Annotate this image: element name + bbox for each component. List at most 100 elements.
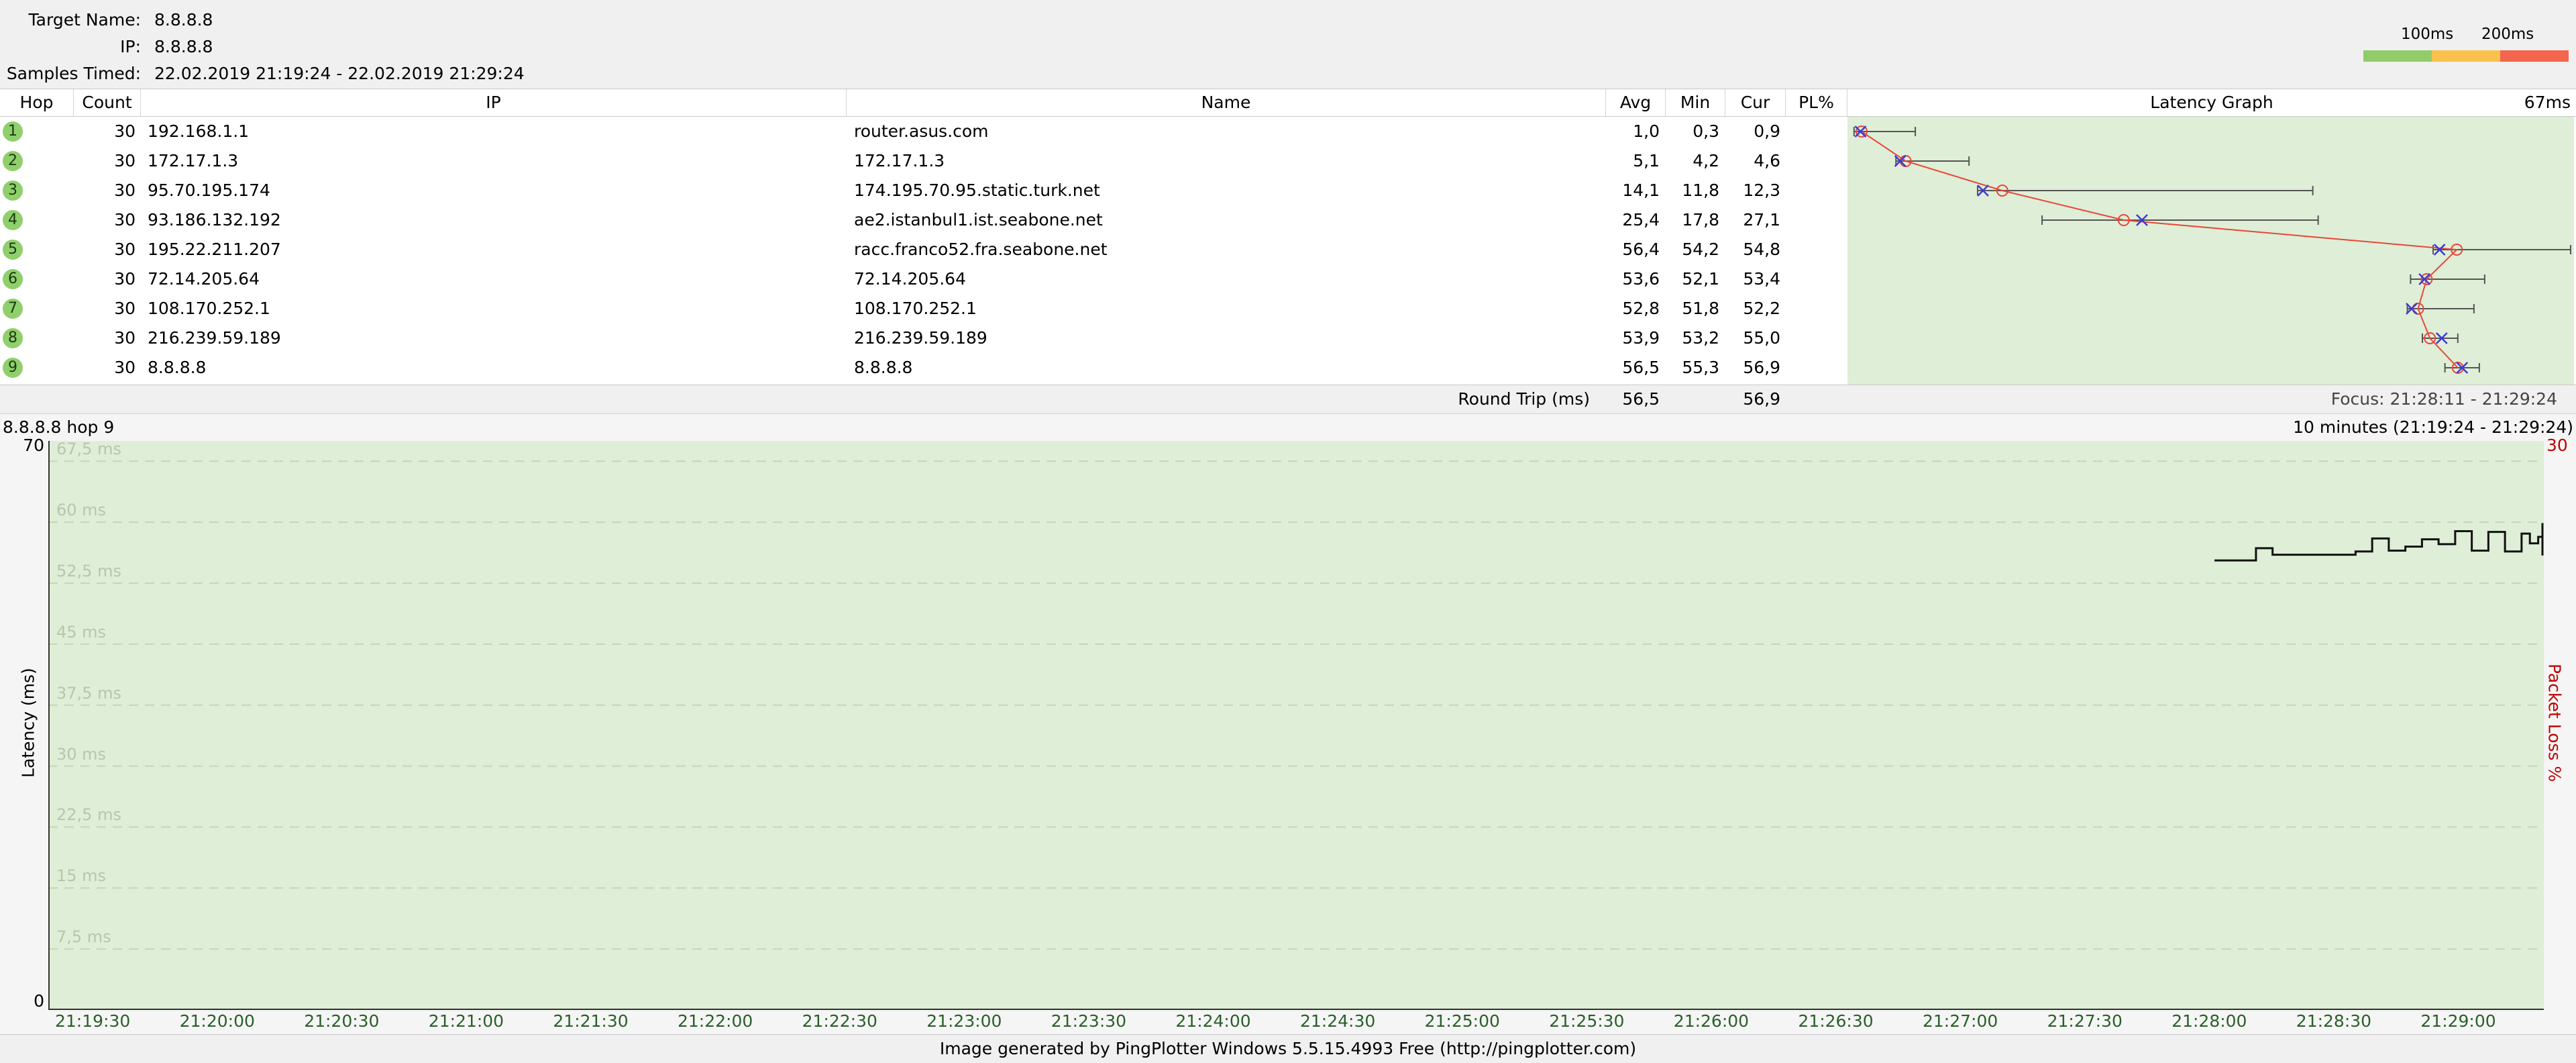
hop-ip: 95.70.195.174 bbox=[148, 181, 270, 200]
col-header-avg[interactable]: Avg bbox=[1606, 89, 1666, 116]
y-axis-max: 70 bbox=[23, 436, 44, 455]
hop-table: Hop Count IP Name Avg Min Cur PL% Latenc… bbox=[0, 89, 2576, 385]
target-name-value: 8.8.8.8 bbox=[154, 10, 213, 30]
hop-avg: 1,0 bbox=[1633, 121, 1660, 141]
latency-graph-scale: 67ms bbox=[2524, 93, 2571, 112]
table-row[interactable]: 6 30 72.14.205.64 72.14.205.64 53,6 52,1 53,4 bbox=[0, 264, 1847, 294]
gridline-label: 67,5 ms bbox=[56, 440, 121, 459]
samples-timed-row: Samples Timed: 22.02.2019 21:19:24 - 22.… bbox=[0, 60, 2576, 87]
x-axis-tick-label: 21:28:30 bbox=[2296, 1011, 2372, 1031]
hop-number-badge: 7 bbox=[3, 299, 23, 319]
hop-min: 52,1 bbox=[1682, 269, 1719, 289]
legend-red-bar bbox=[2500, 50, 2569, 62]
gridline-label: 7,5 ms bbox=[56, 927, 111, 947]
hop-min: 53,2 bbox=[1682, 328, 1719, 348]
hop-count: 30 bbox=[114, 210, 136, 230]
hop-min: 17,8 bbox=[1682, 210, 1719, 230]
hop-name: 108.170.252.1 bbox=[854, 299, 977, 318]
hop-number-badge: 9 bbox=[3, 358, 23, 378]
x-axis-tick-label: 21:22:30 bbox=[802, 1011, 877, 1031]
hop-number-badge: 1 bbox=[3, 121, 23, 142]
hop-count: 30 bbox=[114, 299, 136, 318]
hop-avg: 53,6 bbox=[1622, 269, 1660, 289]
hop-count: 30 bbox=[114, 328, 136, 348]
table-row[interactable]: 9 30 8.8.8.8 8.8.8.8 56,5 55,3 56,9 bbox=[0, 353, 1847, 383]
x-axis-tick-label: 21:20:30 bbox=[304, 1011, 380, 1031]
hop-cur: 0,9 bbox=[1754, 121, 1780, 141]
hop-avg: 52,8 bbox=[1622, 299, 1660, 318]
table-row[interactable]: 8 30 216.239.59.189 216.239.59.189 53,9 53,2 5… bbox=[0, 323, 1847, 353]
legend-green-bar bbox=[2363, 50, 2432, 62]
time-window-label[interactable]: 10 minutes (21:19:24 - 21:29:24) bbox=[2293, 414, 2573, 441]
target-name-label: Target Name: bbox=[28, 10, 141, 30]
gridline-label: 22,5 ms bbox=[56, 805, 121, 825]
samples-timed-value: 22.02.2019 21:19:24 - 22.02.2019 21:29:2… bbox=[154, 64, 525, 83]
x-axis-tick-label: 21:26:00 bbox=[1673, 1011, 1750, 1031]
hop-avg: 53,9 bbox=[1622, 328, 1660, 348]
legend-100ms-label: 100ms bbox=[2401, 26, 2454, 43]
ip-label: IP: bbox=[120, 37, 141, 56]
hop-avg: 14,1 bbox=[1622, 181, 1660, 200]
x-axis-tick-label: 21:28:00 bbox=[2171, 1011, 2247, 1031]
ip-value: 8.8.8.8 bbox=[154, 37, 213, 56]
target-name-row: Target Name: 8.8.8.8 bbox=[0, 7, 2576, 34]
legend-200ms-label: 200ms bbox=[2481, 26, 2534, 43]
col-header-hop[interactable]: Hop bbox=[0, 89, 74, 116]
col-header-name[interactable]: Name bbox=[847, 89, 1606, 116]
x-axis-tick-label: 21:24:00 bbox=[1175, 1011, 1251, 1031]
col-header-pl[interactable]: PL% bbox=[1786, 89, 1847, 116]
table-row[interactable]: 3 30 95.70.195.174 174.195.70.95.static.tur… bbox=[0, 176, 1847, 205]
x-axis-tick-label: 21:19:30 bbox=[55, 1011, 131, 1031]
gridline-label: 15 ms bbox=[56, 866, 107, 886]
hop-ip: 172.17.1.3 bbox=[148, 151, 239, 170]
packet-loss-max: 30 bbox=[2546, 436, 2568, 455]
col-header-cur[interactable]: Cur bbox=[1725, 89, 1786, 116]
gridline-label: 52,5 ms bbox=[56, 562, 121, 580]
hop-cur: 55,0 bbox=[1743, 328, 1780, 348]
hop-min: 54,2 bbox=[1682, 240, 1719, 259]
hop-cur: 53,4 bbox=[1743, 269, 1780, 289]
hop-cur: 56,9 bbox=[1743, 358, 1780, 377]
table-row[interactable]: 1 30 192.168.1.1 router.asus.com 1,0 0,3 0,9 bbox=[0, 117, 1847, 146]
latency-history-plot[interactable]: 67,5 ms 60 ms 52,5 ms 45 ms 37,5 ms 30 ms 22,5… bbox=[48, 440, 2544, 1010]
hop-ip: 192.168.1.1 bbox=[148, 121, 250, 141]
col-header-count[interactable]: Count bbox=[74, 89, 141, 116]
ip-row: IP: 8.8.8.8 bbox=[0, 34, 2576, 60]
table-row[interactable]: 4 30 93.186.132.192 ae2.istanbul1.ist.seabo… bbox=[0, 205, 1847, 235]
table-row[interactable]: 5 30 195.22.211.207 racc.franco52.fra.seabo… bbox=[0, 235, 1847, 264]
table-row[interactable]: 2 30 172.17.1.3 172.17.1.3 5,1 4,2 4,6 bbox=[0, 146, 1847, 176]
hop-count: 30 bbox=[114, 240, 136, 259]
latency-color-legend: 100ms 200ms bbox=[2363, 21, 2569, 62]
hop-avg: 56,4 bbox=[1622, 240, 1660, 259]
hop-name: 172.17.1.3 bbox=[854, 151, 945, 170]
hop-ip: 216.239.59.189 bbox=[148, 328, 281, 348]
table-row[interactable]: 7 30 108.170.252.1 108.170.252.1 52,8 51,8 52,… bbox=[0, 294, 1847, 323]
col-header-ip[interactable]: IP bbox=[141, 89, 847, 116]
hop-count: 30 bbox=[114, 151, 136, 170]
x-axis-tick-label: 21:23:30 bbox=[1051, 1011, 1127, 1031]
hop-avg: 56,5 bbox=[1622, 358, 1660, 377]
hop-count: 30 bbox=[114, 358, 136, 377]
hop-name: 72.14.205.64 bbox=[854, 269, 966, 289]
latency-graph[interactable] bbox=[1847, 117, 2574, 385]
x-axis-tick-label: 21:26:30 bbox=[1798, 1011, 1874, 1031]
latency-graph-background bbox=[1847, 117, 2574, 385]
x-axis-tick-label: 21:27:00 bbox=[1923, 1011, 1998, 1031]
hop-number-badge: 6 bbox=[3, 269, 23, 289]
round-trip-cur: 56,9 bbox=[1743, 389, 1780, 409]
hop-avg: 25,4 bbox=[1622, 210, 1660, 230]
hop-ip: 195.22.211.207 bbox=[148, 240, 281, 259]
col-header-latency-graph[interactable]: Latency Graph bbox=[1847, 89, 2576, 116]
latency-history-svg bbox=[48, 441, 2544, 1010]
hop-cur: 52,2 bbox=[1743, 299, 1780, 318]
round-trip-label: Round Trip (ms) bbox=[1458, 389, 1590, 409]
x-axis-tick-label: 21:29:00 bbox=[2420, 1011, 2496, 1031]
samples-timed-label: Samples Timed: bbox=[6, 64, 141, 83]
table-header: Hop Count IP Name Avg Min Cur PL% Latenc… bbox=[0, 89, 2576, 117]
hop-number-badge: 5 bbox=[3, 240, 23, 260]
focus-range: Focus: 21:28:11 - 21:29:24 bbox=[2330, 389, 2557, 409]
x-axis-tick-label: 21:25:30 bbox=[1549, 1011, 1625, 1031]
hop-cur: 54,8 bbox=[1743, 240, 1780, 259]
col-header-min[interactable]: Min bbox=[1666, 89, 1725, 116]
hop-cur: 12,3 bbox=[1743, 181, 1780, 200]
